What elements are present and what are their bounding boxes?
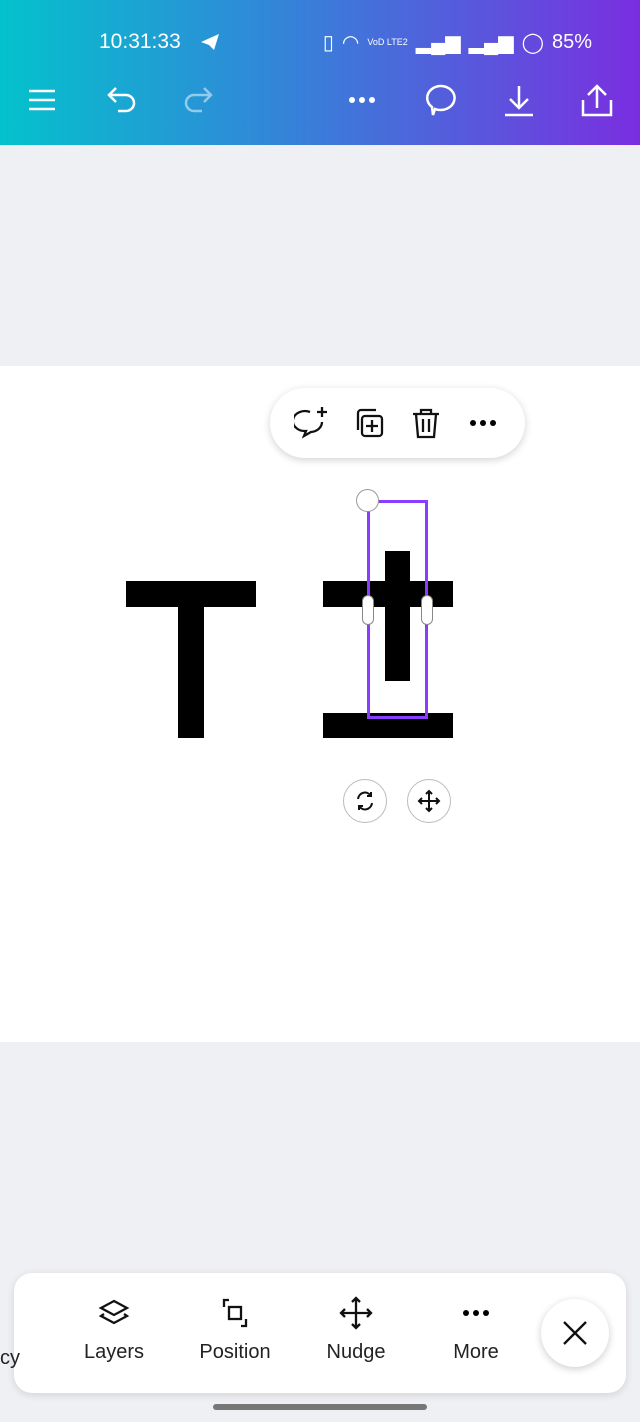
nudge-icon <box>339 1296 373 1330</box>
layers-icon <box>98 1299 130 1325</box>
wifi-icon: ◠ <box>341 32 360 54</box>
resize-handle-right[interactable] <box>421 595 433 625</box>
duplicate-icon[interactable] <box>351 405 387 441</box>
move-button[interactable] <box>407 779 451 823</box>
corner-handle[interactable] <box>356 489 379 512</box>
toolbar-label: Layers <box>83 1341 145 1363</box>
signal-icon-2: ▂▄▆ <box>468 32 514 54</box>
bottom-toolbar: cy Layers Position Nudge More <box>0 1273 626 1393</box>
element-toolbar <box>270 388 525 458</box>
toolbar-more[interactable]: More <box>421 1295 531 1364</box>
more-icon[interactable] <box>344 82 380 118</box>
status-time: 10:31:33 <box>99 30 181 53</box>
network-label: VoD LTE2 <box>367 37 408 47</box>
shape-t-stem[interactable] <box>178 607 204 738</box>
resize-handle-left[interactable] <box>362 595 374 625</box>
toolbar-nudge[interactable]: Nudge <box>301 1295 411 1364</box>
home-indicator[interactable] <box>213 1404 427 1410</box>
toolbar-layers[interactable]: Layers <box>59 1295 169 1364</box>
battery-level: 85% <box>551 31 592 53</box>
trash-icon[interactable] <box>408 405 444 441</box>
battery-icon: ◯ <box>521 32 544 54</box>
toolbar-label: cy <box>0 1347 20 1369</box>
redo-icon[interactable] <box>180 82 216 118</box>
toolbar-label: Nudge <box>326 1341 386 1363</box>
toolbar-label: More <box>453 1341 499 1363</box>
selection-box[interactable] <box>367 500 428 719</box>
rotate-icon <box>357 791 373 811</box>
move-icon <box>417 789 441 813</box>
toolbar-position[interactable]: Position <box>180 1295 290 1364</box>
more-icon <box>463 1310 489 1316</box>
menu-icon[interactable] <box>24 82 60 118</box>
toolbar-label: Position <box>199 1341 271 1363</box>
signal-icon: ▂▄▆ <box>415 32 461 54</box>
close-toolbar-button[interactable] <box>541 1299 609 1367</box>
add-comment-icon[interactable] <box>294 405 330 441</box>
position-icon <box>222 1298 248 1328</box>
app-header: 10:31:33 ▯ ◠ VoD LTE2 ▂▄▆ ▂▄▆ ◯ 85% <box>0 0 640 145</box>
undo-icon[interactable] <box>104 82 140 118</box>
status-icons: ▯ ◠ VoD LTE2 ▂▄▆ ▂▄▆ ◯ 85% <box>323 30 592 55</box>
design-canvas[interactable] <box>0 366 640 1042</box>
close-icon <box>563 1321 587 1345</box>
rotate-button[interactable] <box>343 779 387 823</box>
more-options-icon[interactable] <box>465 405 501 441</box>
comment-icon[interactable] <box>422 82 458 118</box>
telegram-icon <box>201 34 219 50</box>
download-icon[interactable] <box>501 82 537 118</box>
shape-t-bar[interactable] <box>126 581 256 607</box>
share-icon[interactable] <box>579 82 615 118</box>
vibrate-icon: ▯ <box>322 32 334 54</box>
toolbar-transparency[interactable]: cy <box>0 1347 20 1370</box>
